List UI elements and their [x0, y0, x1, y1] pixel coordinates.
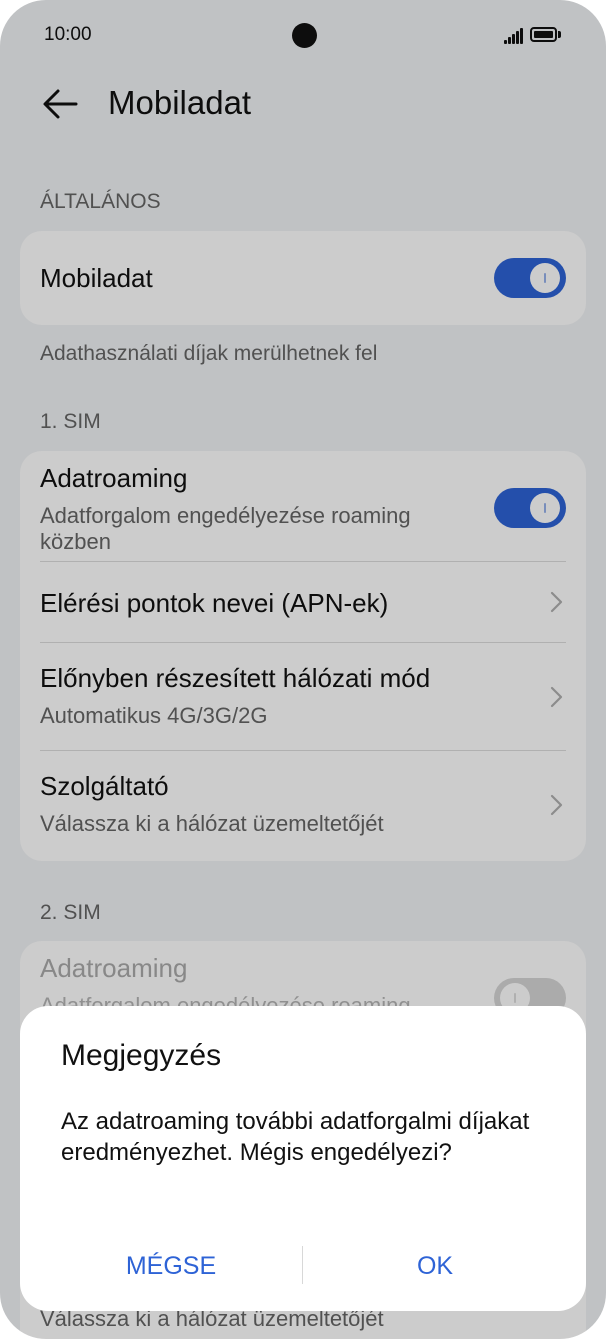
- button-separator: [302, 1246, 303, 1284]
- roaming-notice-dialog: Megjegyzés Az adatroaming további adatfo…: [20, 1006, 586, 1311]
- phone-screen: 10:00 Mobiladat ÁLTALÁNOS Mobiladat Adat…: [0, 0, 606, 1339]
- dialog-message: Az adatroaming további adatforgalmi díja…: [61, 1108, 530, 1166]
- dialog-title: Megjegyzés: [61, 1039, 222, 1072]
- ok-button[interactable]: OK: [320, 1244, 550, 1288]
- cancel-button[interactable]: MÉGSE: [60, 1244, 282, 1288]
